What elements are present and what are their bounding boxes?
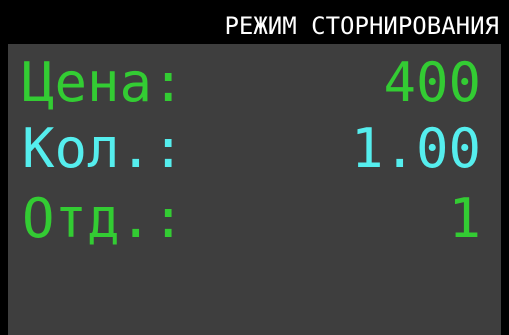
cash-register-display: РЕЖИМ СТОРНИРОВАНИЯ Цена: 400 Кол.: 1.00… bbox=[8, 8, 501, 335]
department-value: 1 bbox=[448, 187, 481, 250]
price-label: Цена: bbox=[22, 51, 185, 114]
mode-banner: РЕЖИМ СТОРНИРОВАНИЯ bbox=[8, 8, 501, 44]
department-label: Отд.: bbox=[22, 187, 185, 250]
quantity-row: Кол.: 1.00 bbox=[8, 114, 501, 184]
price-value: 400 bbox=[383, 51, 481, 114]
department-row: Отд.: 1 bbox=[8, 184, 501, 254]
quantity-label: Кол.: bbox=[22, 117, 185, 180]
price-row: Цена: 400 bbox=[8, 48, 501, 118]
mode-title: РЕЖИМ СТОРНИРОВАНИЯ bbox=[224, 12, 499, 40]
quantity-value: 1.00 bbox=[350, 117, 481, 180]
